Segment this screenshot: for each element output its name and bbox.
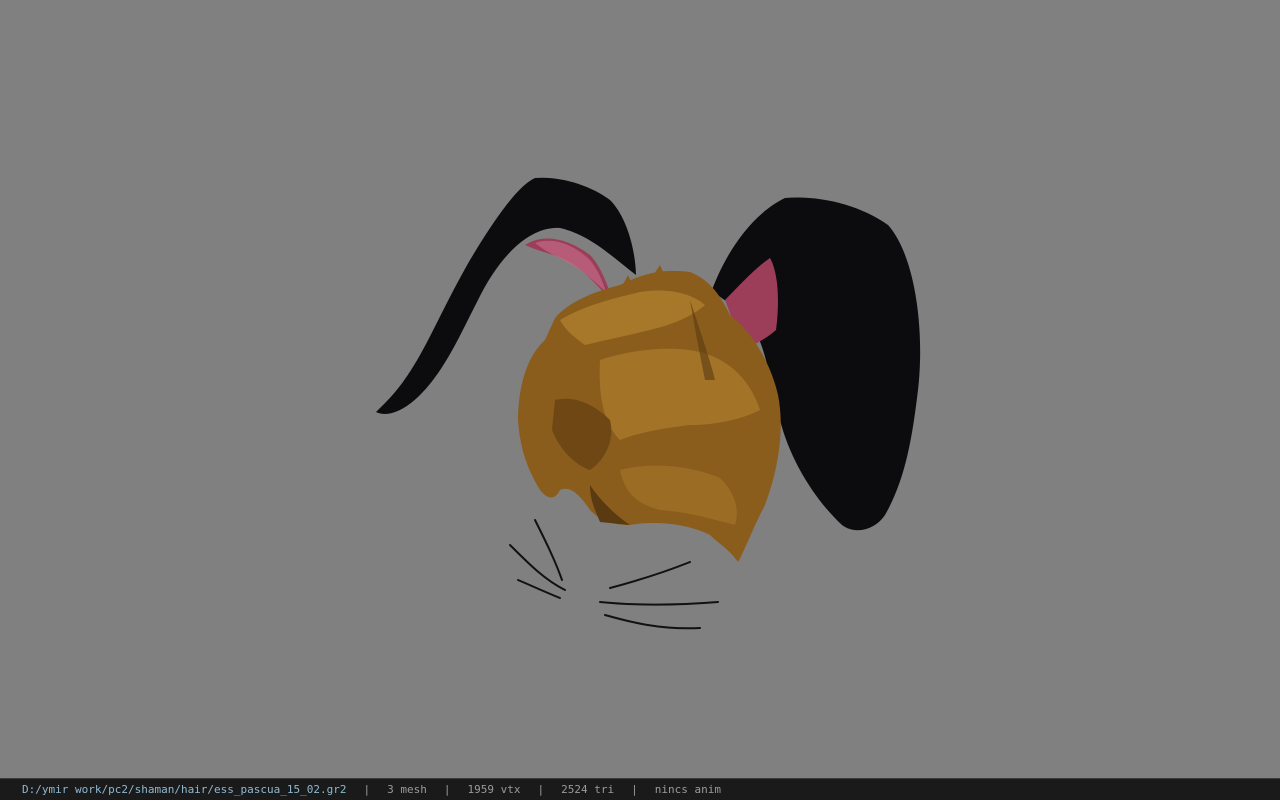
whiskers: [509, 519, 719, 630]
separator: |: [631, 783, 638, 796]
file-path: D:/ymir work/pc2/shaman/hair/ess_pascua_…: [22, 783, 347, 796]
3d-viewport[interactable]: [0, 0, 1280, 778]
vertex-count: 1959 vtx: [467, 783, 521, 796]
animation-status: nincs anim: [654, 783, 721, 796]
model-render: [376, 177, 921, 630]
triangle-count: 2524 tri: [561, 783, 615, 796]
separator: |: [363, 783, 371, 796]
separator: |: [443, 783, 451, 796]
mesh-count: 3 mesh: [387, 783, 427, 796]
status-bar: D:/ymir work/pc2/shaman/hair/ess_pascua_…: [0, 778, 1280, 800]
separator: |: [537, 783, 545, 796]
